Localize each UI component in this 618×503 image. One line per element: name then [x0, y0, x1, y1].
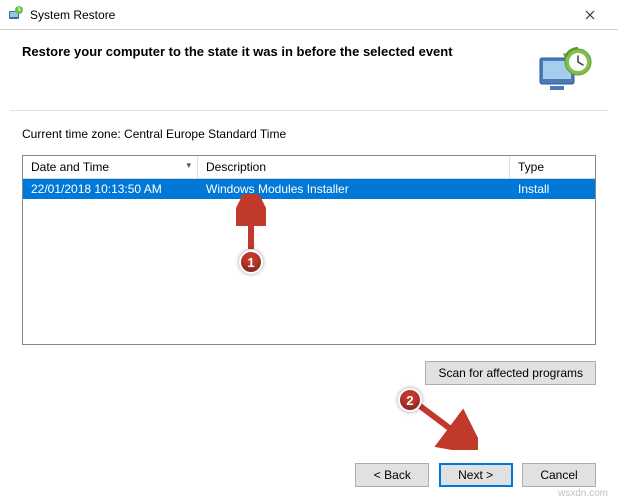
window-title: System Restore	[30, 8, 115, 22]
table-row[interactable]: 22/01/2018 10:13:50 AM Windows Modules I…	[23, 179, 595, 199]
sort-indicator-icon: ▾	[186, 160, 191, 171]
app-icon	[8, 5, 24, 24]
column-date-time[interactable]: Date and Time ▾	[23, 156, 198, 178]
column-type[interactable]: Type	[510, 156, 595, 178]
cell-date-time: 22/01/2018 10:13:50 AM	[23, 179, 198, 199]
cell-description: Windows Modules Installer	[198, 179, 510, 199]
scan-affected-button[interactable]: Scan for affected programs	[425, 361, 596, 385]
page-heading: Restore your computer to the state it wa…	[22, 44, 453, 59]
wizard-header: Restore your computer to the state it wa…	[0, 30, 618, 104]
table-header: Date and Time ▾ Description Type	[23, 156, 595, 179]
restore-illustration-icon	[536, 44, 596, 96]
cancel-button[interactable]: Cancel	[522, 463, 596, 487]
wizard-footer: < Back Next > Cancel	[349, 463, 596, 487]
column-description[interactable]: Description	[198, 156, 510, 178]
scan-row: Scan for affected programs	[0, 345, 618, 385]
timezone-label: Current time zone: Central Europe Standa…	[22, 127, 596, 141]
back-button[interactable]: < Back	[355, 463, 429, 487]
cell-type: Install	[510, 179, 595, 199]
close-button[interactable]	[570, 1, 610, 29]
watermark: wsxdn.com	[558, 488, 608, 499]
annotation-badge-2: 2	[398, 388, 422, 412]
restore-points-table[interactable]: Date and Time ▾ Description Type 22/01/2…	[22, 155, 596, 345]
titlebar: System Restore	[0, 0, 618, 30]
annotation-arrow-2	[414, 400, 478, 450]
next-button[interactable]: Next >	[439, 463, 513, 487]
content-area: Current time zone: Central Europe Standa…	[0, 111, 618, 345]
